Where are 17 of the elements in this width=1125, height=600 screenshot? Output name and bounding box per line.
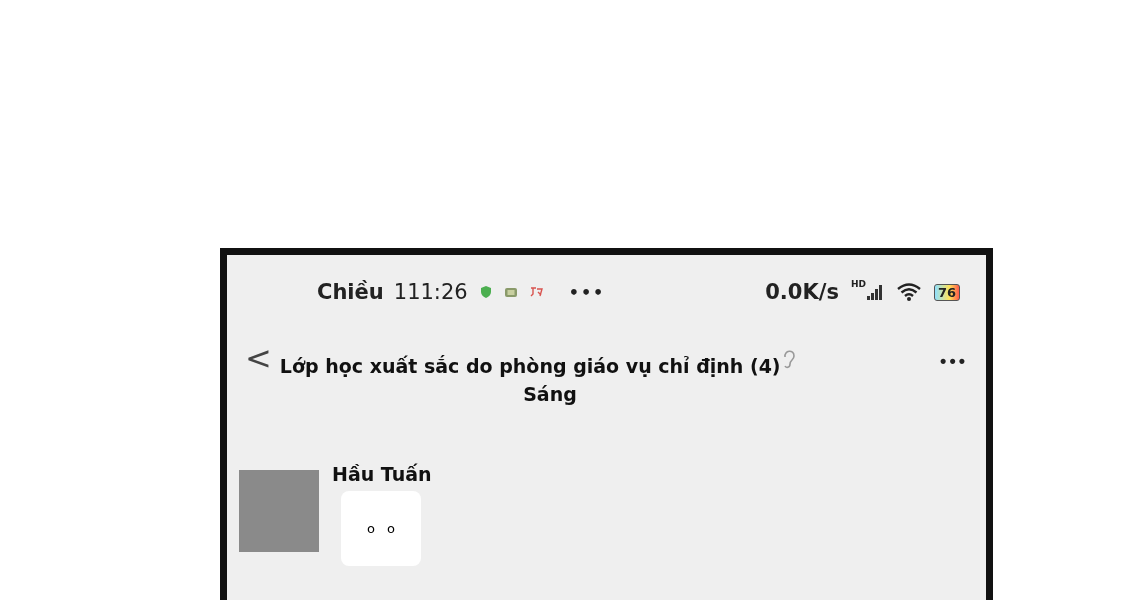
signal-icon [865, 283, 884, 301]
network-label: HD [850, 279, 866, 289]
chat-title: Lớp học xuất sắc do phòng giáo vụ chỉ định (4) [279, 355, 781, 377]
shield-icon [479, 285, 492, 299]
notification-icon [529, 286, 543, 298]
status-more: ••• [568, 282, 606, 302]
network-speed: 0.0K/s [765, 280, 839, 304]
more-button[interactable]: ••• [940, 351, 968, 372]
battery-indicator: 76 [933, 283, 960, 301]
status-period: Chiều [317, 280, 384, 304]
status-time: 111:26 [393, 280, 468, 304]
wifi-icon [895, 282, 922, 302]
sender-name: Hầu Tuấn [332, 463, 432, 485]
message-bubble: o o [341, 491, 422, 566]
back-button[interactable]: < [245, 339, 272, 377]
tv-icon [503, 286, 518, 298]
chat-subtitle: Sáng [523, 383, 577, 405]
